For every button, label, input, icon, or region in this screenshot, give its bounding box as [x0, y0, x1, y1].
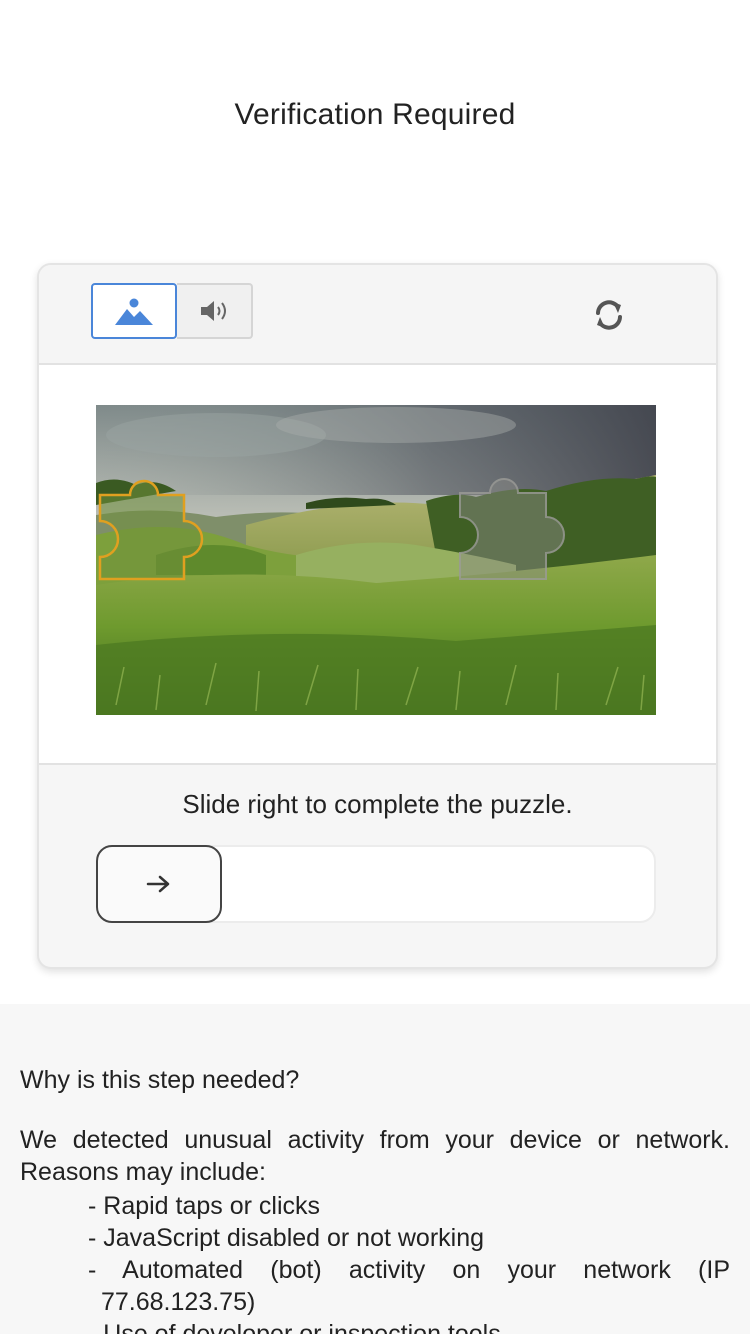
list-item: - Use of developer or inspection tools — [88, 1320, 501, 1334]
page-title: Verification Required — [234, 98, 516, 131]
reasons-list: - Rapid taps or clicks - JavaScript disa… — [88, 1190, 730, 1334]
image-icon — [115, 298, 153, 325]
verification-page: Verification Required Slide right to com… — [0, 0, 750, 1334]
puzzle-image — [96, 405, 656, 715]
slider-instruction: Slide right to complete the puzzle. — [182, 789, 573, 819]
list-item: - JavaScript disabled or not working — [88, 1224, 485, 1252]
landscape-image — [96, 405, 656, 715]
speaker-icon — [201, 301, 226, 321]
refresh-icon — [596, 300, 622, 330]
list-item: - Automated (bot) activity on your netwo… — [88, 1256, 730, 1316]
info-paragraph: We detected unusual activity from your d… — [20, 1126, 730, 1186]
audio-mode-button[interactable] — [177, 283, 253, 339]
captcha-card: Slide right to complete the puzzle. — [37, 263, 718, 969]
image-mode-button[interactable] — [91, 283, 177, 339]
list-item: - Rapid taps or clicks — [88, 1192, 321, 1220]
info-section: Why is this step needed? We detected unu… — [0, 1004, 750, 1334]
captcha-header — [39, 265, 716, 365]
info-question: Why is this step needed? — [20, 1066, 300, 1094]
captcha-body — [39, 365, 716, 765]
refresh-button[interactable] — [587, 293, 631, 337]
arrow-right-icon — [146, 875, 170, 893]
slider-handle[interactable] — [96, 845, 222, 923]
